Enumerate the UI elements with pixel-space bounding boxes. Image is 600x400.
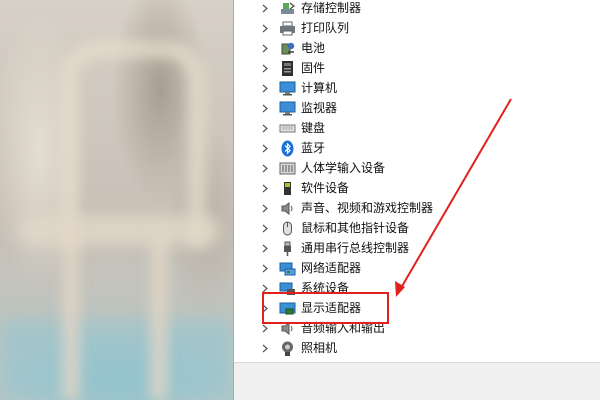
annotation-arrow-icon [395, 98, 512, 297]
